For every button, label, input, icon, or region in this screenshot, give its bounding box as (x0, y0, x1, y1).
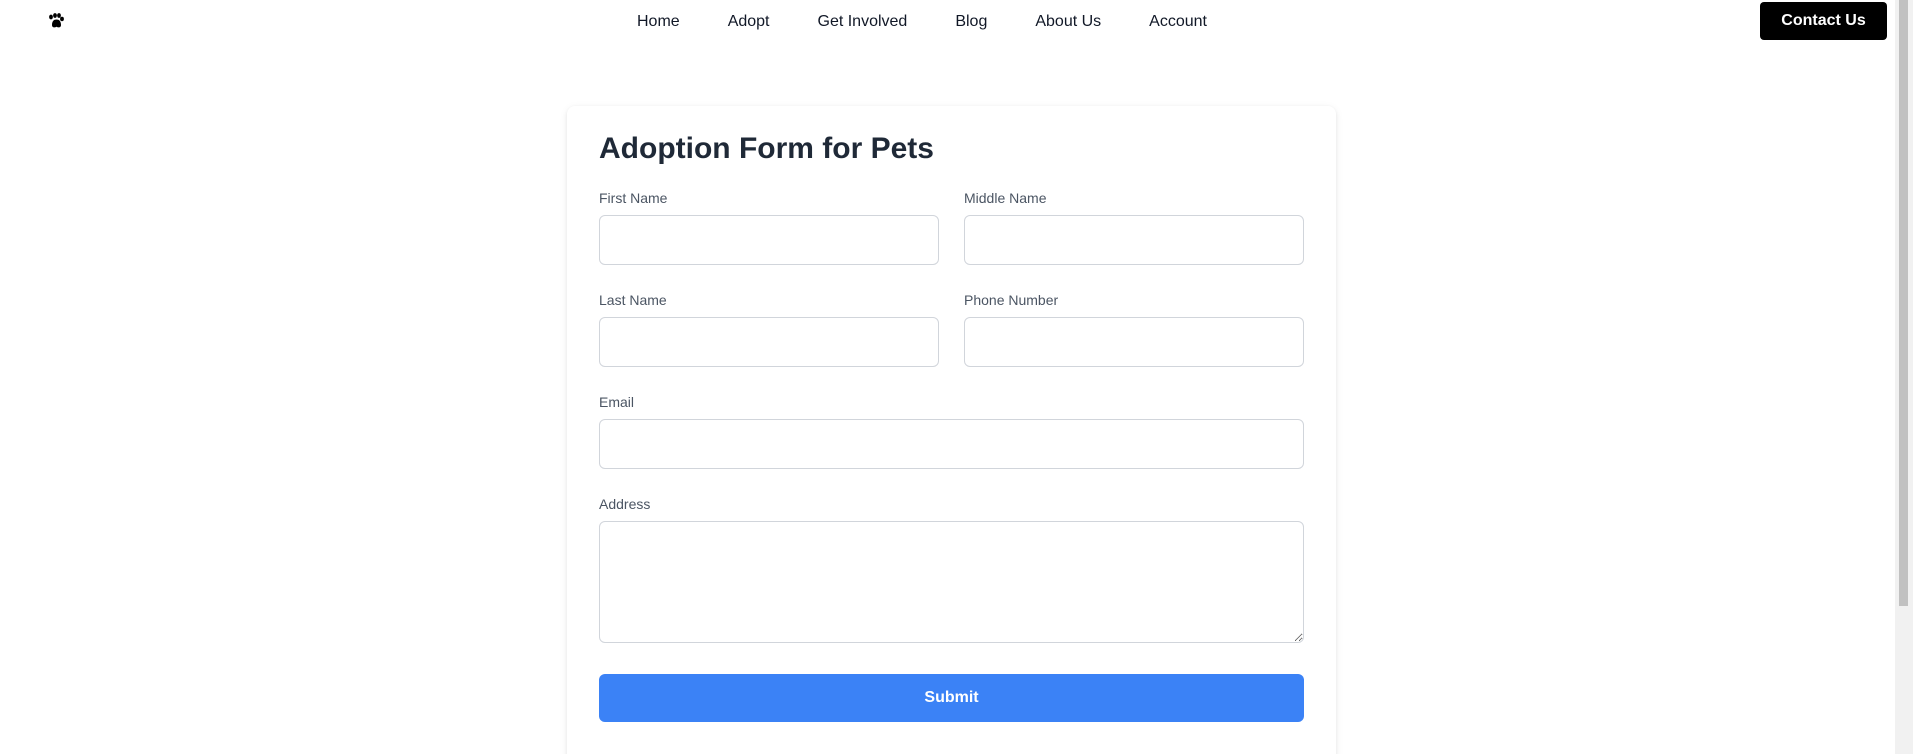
nav-account[interactable]: Account (1149, 13, 1207, 31)
nav-get-involved[interactable]: Get Involved (818, 13, 908, 31)
email-field: Email (599, 394, 1304, 469)
address-field: Address (599, 496, 1304, 643)
last-name-label: Last Name (599, 292, 667, 308)
site-header: Home Adopt Get Involved Blog About Us Ac… (0, 0, 1895, 43)
first-name-input[interactable] (599, 215, 939, 265)
first-name-field: First Name (599, 190, 939, 265)
last-name-field: Last Name (599, 292, 939, 367)
page: Home Adopt Get Involved Blog About Us Ac… (0, 0, 1913, 754)
page-scrollbar[interactable] (1895, 0, 1913, 754)
middle-name-label: Middle Name (964, 190, 1047, 206)
phone-number-input[interactable] (964, 317, 1304, 367)
email-label: Email (599, 394, 635, 410)
nav-adopt[interactable]: Adopt (728, 13, 770, 31)
middle-name-field: Middle Name (964, 190, 1304, 265)
first-name-label: First Name (599, 190, 668, 206)
email-input[interactable] (599, 419, 1304, 469)
nav-about-us[interactable]: About Us (1035, 13, 1101, 31)
middle-name-input[interactable] (964, 215, 1304, 265)
address-label: Address (599, 496, 651, 512)
adoption-form-card: Adoption Form for Pets First Name Middle… (567, 106, 1336, 754)
main-nav: Home Adopt Get Involved Blog About Us Ac… (637, 0, 1207, 43)
submit-button[interactable]: Submit (599, 674, 1304, 722)
last-name-input[interactable] (599, 317, 939, 367)
paw-icon[interactable] (47, 13, 65, 29)
phone-number-field: Phone Number (964, 292, 1304, 367)
scrollbar-thumb[interactable] (1899, 0, 1908, 606)
contact-us-button[interactable]: Contact Us (1760, 2, 1887, 40)
nav-blog[interactable]: Blog (955, 13, 987, 31)
nav-home[interactable]: Home (637, 13, 680, 31)
form-title: Adoption Form for Pets (599, 132, 934, 165)
phone-number-label: Phone Number (964, 292, 1059, 308)
address-textarea[interactable] (599, 521, 1304, 643)
